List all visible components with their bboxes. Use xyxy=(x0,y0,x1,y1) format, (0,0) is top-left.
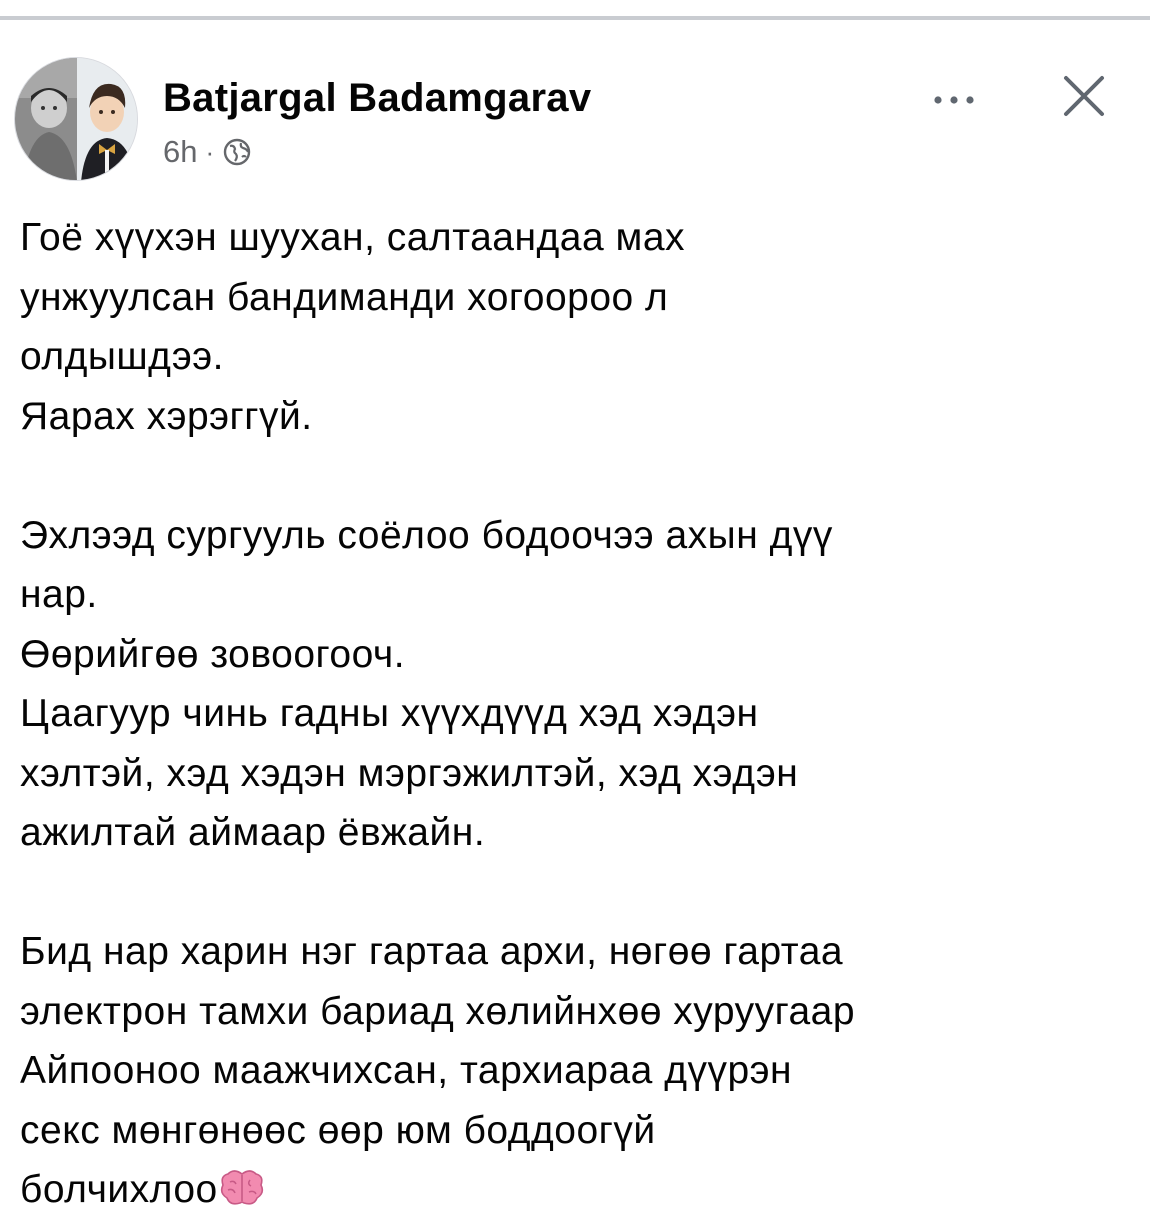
close-icon xyxy=(1064,76,1104,116)
post-text-line: Өөрийгөө зовоогооч. xyxy=(20,632,406,676)
post-text-line: нар. xyxy=(20,573,98,616)
author-avatar[interactable] xyxy=(14,57,138,181)
more-options-button[interactable] xyxy=(924,80,984,120)
globe-icon xyxy=(222,137,252,167)
post-timestamp[interactable]: 6h xyxy=(163,134,197,170)
post-text-line: олдышдээ. xyxy=(20,335,224,378)
facebook-post: Batjargal Badamgarav 6h · Гоё хүүхэн шуу… xyxy=(0,20,1150,1211)
close-button[interactable] xyxy=(1054,66,1114,126)
post-body: Гоё хүүхэн шуухан, салтаандаа мах унжуул… xyxy=(20,208,1130,1220)
post-text-line: унжуулсан бандиманди хогоороо л xyxy=(20,275,669,319)
brain-icon xyxy=(220,1166,264,1206)
post-text-line: Гоё хүүхэн шуухан, салтаандаа мах xyxy=(20,216,686,259)
post-text-line: хэлтэй, хэд хэдэн мэргэжилтэй, хэд хэдэн xyxy=(20,751,799,795)
author-name[interactable]: Batjargal Badamgarav xyxy=(163,76,591,121)
post-header: Batjargal Badamgarav 6h · xyxy=(0,20,1150,190)
post-text-line: секс мөнгөнөөс өөр юм боддоогүй xyxy=(20,1108,656,1152)
post-text-line: Цаагуур чинь гадны хүүхдүүд хэд хэдэн xyxy=(20,692,759,735)
post-text-last-line: болчихлоо xyxy=(20,1160,1130,1220)
post-text-line: Бид нар харин нэг гартаа архи, нөгөө гар… xyxy=(20,930,844,973)
post-text-line: Айпооноо маажчихсан, тархиараа дүүрэн xyxy=(20,1049,793,1092)
meta-separator: · xyxy=(205,136,215,167)
post-text-line: болчихлоо xyxy=(20,1168,218,1211)
post-text-line: электрон тамхи бариад хөлийнхөө хуруугаа… xyxy=(20,989,856,1033)
post-text-line: ажилтай аймаар ёвжайн. xyxy=(20,811,486,854)
more-horizontal-icon xyxy=(934,96,974,104)
post-text-line: Яарах хэрэггүй. xyxy=(20,394,313,438)
post-meta: 6h · xyxy=(163,132,252,172)
post-text-line: Эхлээд сургууль соёлоо бодоочээ ахын дүү xyxy=(20,513,833,557)
